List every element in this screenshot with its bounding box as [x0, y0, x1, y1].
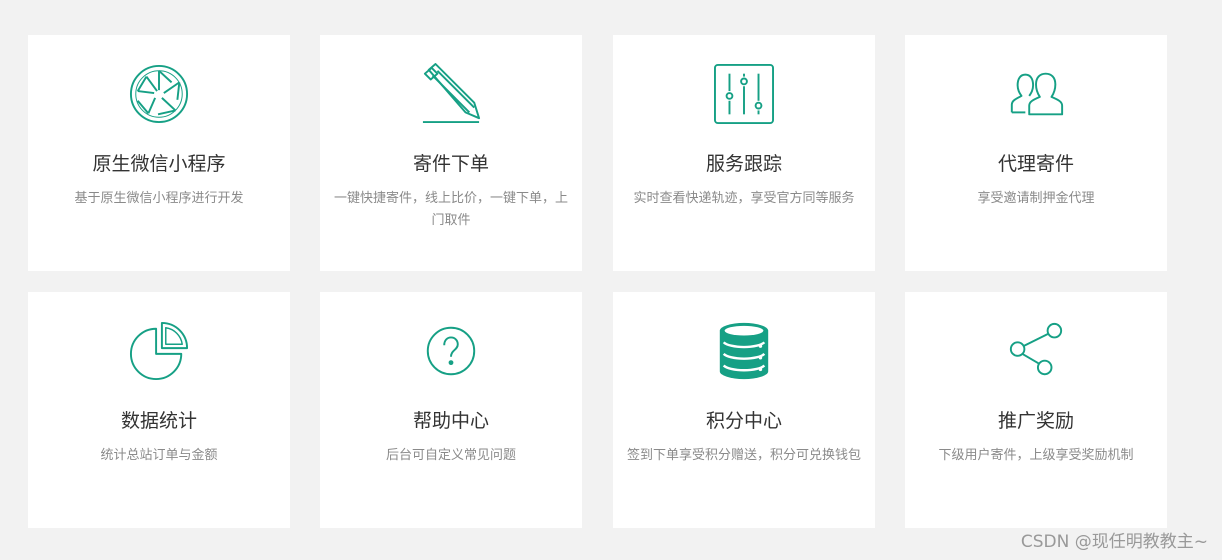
feature-title: 代理寄件 [997, 153, 1074, 175]
share-icon [1006, 320, 1066, 382]
feature-card-native-miniprogram: 原生微信小程序 基于原生微信小程序进行开发 [28, 35, 290, 271]
feature-description: 基于原生微信小程序进行开发 [74, 191, 244, 206]
feature-card-order: 寄件下单 一键快捷寄件，线上比价，一键下单，上门取件 [320, 35, 582, 271]
feature-description: 统计总站订单与金额 [100, 448, 218, 463]
feature-title: 积分中心 [705, 410, 782, 432]
feature-description: 实时查看快递轨迹，享受官方同等服务 [633, 191, 855, 206]
database-icon [714, 320, 774, 382]
feature-description: 后台可自定义常见问题 [385, 448, 516, 463]
feature-description: 签到下单享受积分赠送，积分可兑换钱包 [626, 448, 861, 463]
feature-title: 数据统计 [120, 410, 197, 432]
feature-title: 推广奖励 [997, 410, 1074, 432]
users-icon [1006, 63, 1066, 125]
feature-title: 原生微信小程序 [92, 153, 226, 175]
feature-title: 服务跟踪 [705, 153, 782, 175]
csdn-watermark: CSDN @现任明教教主~ [1020, 532, 1208, 552]
feature-description: 一键快捷寄件，线上比价，一键下单，上门取件 [333, 191, 568, 228]
feature-card-tracking: 服务跟踪 实时查看快递轨迹，享受官方同等服务 [613, 35, 875, 271]
feature-card-points: 积分中心 签到下单享受积分赠送，积分可兑换钱包 [613, 292, 875, 528]
feature-card-agent: 代理寄件 享受邀请制押金代理 [905, 35, 1167, 271]
feature-card-statistics: 数据统计 统计总站订单与金额 [28, 292, 290, 528]
camera-aperture-icon [129, 63, 189, 125]
sliders-icon [714, 63, 774, 125]
feature-card-promotion: 推广奖励 下级用户寄件，上级享受奖励机制 [905, 292, 1167, 528]
feature-title: 帮助中心 [412, 410, 489, 432]
pie-chart-icon [129, 320, 189, 382]
pencil-icon [421, 63, 481, 125]
feature-title: 寄件下单 [412, 153, 489, 175]
feature-description: 下级用户寄件，上级享受奖励机制 [938, 448, 1134, 463]
feature-description: 享受邀请制押金代理 [977, 191, 1095, 206]
feature-card-help: 帮助中心 后台可自定义常见问题 [320, 292, 582, 528]
question-circle-icon [421, 320, 481, 382]
